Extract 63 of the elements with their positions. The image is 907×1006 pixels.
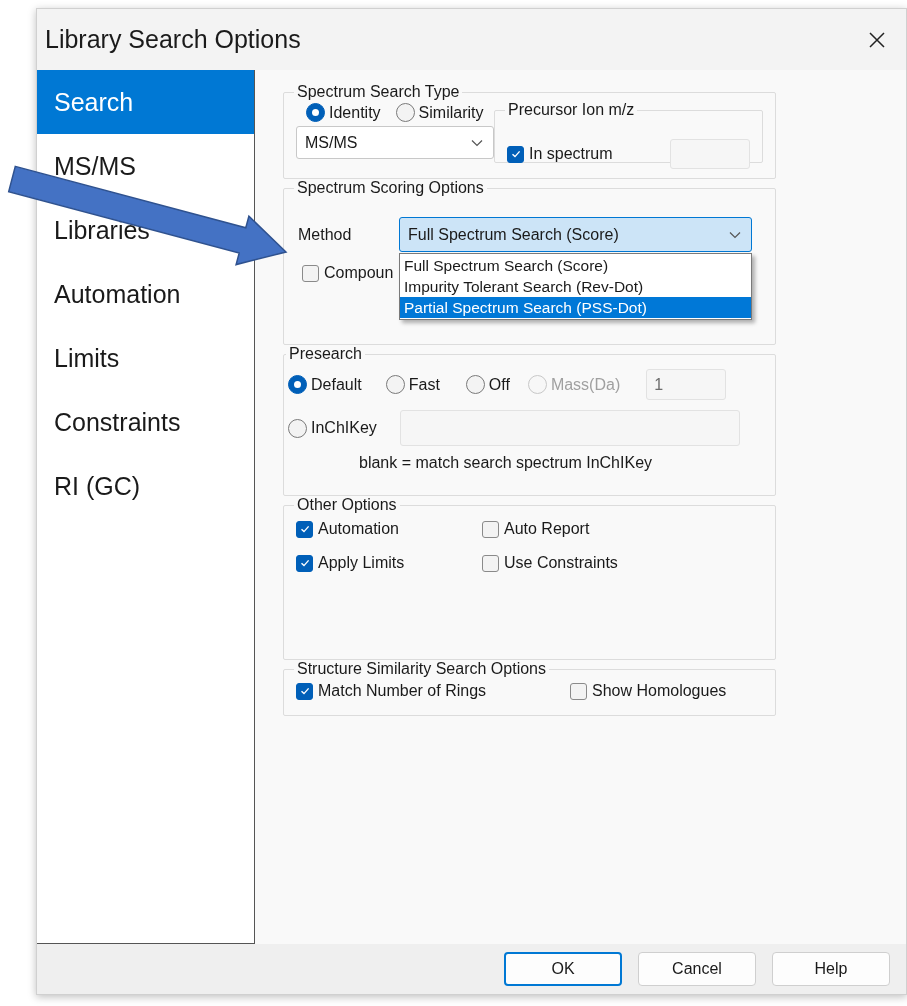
dialog-button[interactable]: OK	[504, 952, 622, 986]
checkbox-label[interactable]: Apply Limits	[318, 554, 405, 572]
group-title: Structure Similarity Search Options	[296, 660, 547, 678]
input-field[interactable]	[670, 139, 750, 169]
radio-button[interactable]	[288, 375, 307, 394]
sidebar-item[interactable]: Libraries	[54, 217, 150, 243]
radio-button[interactable]	[288, 418, 307, 438]
group-title: Presearch	[288, 345, 363, 363]
radio-button[interactable]	[465, 375, 485, 394]
radio-label[interactable]: Default	[311, 375, 362, 394]
radio-button[interactable]	[306, 103, 325, 122]
checkbox-label[interactable]: In spectrum	[529, 145, 613, 163]
group-title: Other Options	[296, 496, 398, 514]
checkbox[interactable]	[296, 520, 313, 538]
checkbox-label[interactable]: Auto Report	[504, 520, 590, 538]
dropdown[interactable]: Full Spectrum Search (Score)	[399, 217, 752, 252]
checkmark-icon	[298, 557, 311, 569]
checkbox[interactable]	[302, 264, 319, 282]
field-label: Method	[297, 225, 353, 244]
group-title: Precursor Ion m/z	[507, 101, 636, 119]
group-title: Spectrum Search Type	[296, 83, 461, 101]
caret-icon	[471, 138, 483, 147]
radio-label[interactable]: Similarity	[418, 103, 484, 122]
sidebar-item[interactable]: Automation	[54, 281, 181, 307]
checkbox[interactable]	[570, 682, 587, 700]
sidebar-item[interactable]: Limits	[54, 345, 120, 371]
hint-text: blank = match search spectrum InChIKey	[359, 454, 654, 472]
dropdown-option[interactable]: Full Spectrum Search (Score)	[400, 255, 751, 276]
dropdown-option[interactable]: Partial Spectrum Search (PSS-Dot)	[400, 297, 751, 318]
caret-icon	[729, 230, 741, 239]
radio-label[interactable]: InChIKey	[311, 419, 377, 437]
dropdown-value: MS/MS	[305, 133, 358, 152]
sidebar-item[interactable]: Constraints	[54, 409, 181, 435]
dialog-button[interactable]: Cancel	[638, 952, 756, 986]
dialog-button[interactable]: Help	[772, 952, 890, 986]
radio-label[interactable]: Fast	[408, 375, 440, 394]
checkbox-label[interactable]: Compoun	[324, 264, 394, 282]
radio-label[interactable]: Identity	[329, 103, 381, 122]
checkbox-label[interactable]: Automation	[318, 520, 399, 538]
checkbox-label[interactable]: Use Constraints	[504, 554, 618, 572]
sidebar-item[interactable]: Search	[54, 89, 134, 115]
checkbox[interactable]	[296, 682, 313, 700]
checkbox[interactable]	[507, 145, 524, 163]
checkmark-icon	[298, 523, 311, 535]
window-title: Library Search Options	[45, 25, 301, 54]
group-title: Spectrum Scoring Options	[296, 179, 485, 197]
radio-button[interactable]	[385, 375, 405, 394]
dropdown-option[interactable]: Impurity Tolerant Search (Rev-Dot)	[400, 276, 751, 297]
checkmark-icon	[509, 148, 522, 160]
input-field[interactable]: 1	[646, 369, 727, 400]
sidebar-item[interactable]: MS/MS	[54, 153, 136, 179]
checkbox[interactable]	[296, 554, 313, 572]
radio-label: Mass(Da)	[550, 375, 621, 394]
radio-button[interactable]	[395, 103, 415, 122]
sidebar-item[interactable]: RI (GC)	[54, 473, 141, 499]
dropdown-value: Full Spectrum Search (Score)	[408, 225, 619, 244]
dropdown[interactable]: MS/MS	[296, 126, 494, 159]
checkmark-icon	[298, 685, 311, 697]
radio-label[interactable]: Off	[488, 375, 510, 394]
checkbox[interactable]	[482, 554, 499, 572]
checkbox[interactable]	[482, 520, 499, 538]
checkbox-label[interactable]: Match Number of Rings	[318, 682, 487, 700]
checkbox-label[interactable]: Show Homologues	[592, 682, 727, 700]
